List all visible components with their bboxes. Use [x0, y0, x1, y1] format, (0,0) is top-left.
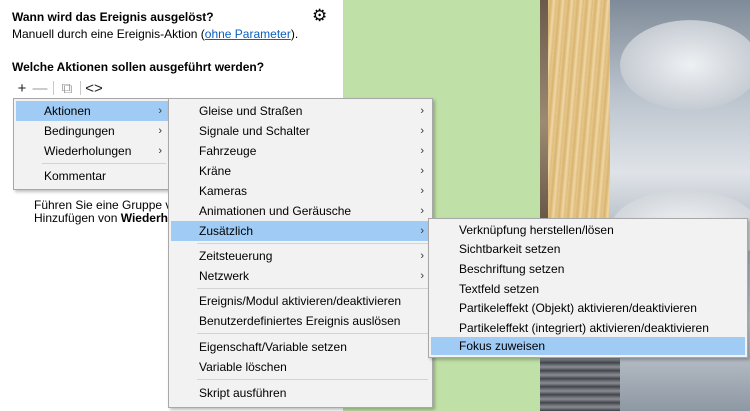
chevron-right-icon: › [420, 270, 424, 282]
menu-item-label: Fahrzeuge [199, 144, 257, 158]
menu-item-label: Sichtbarkeit setzen [459, 242, 561, 256]
context-menu-aktionen: Gleise und Straßen › Signale und Schalte… [168, 98, 433, 408]
add-button[interactable]: + [13, 79, 31, 97]
menu-separator [197, 288, 428, 289]
menu-item-beschriftung[interactable]: Beschriftung setzen [431, 259, 745, 279]
menu-item-label: Textfeld setzen [459, 282, 540, 296]
menu-item-label: Gleise und Straßen [199, 104, 303, 118]
copy-icon[interactable]: ⧉ [58, 79, 76, 97]
menu-item-aktionen[interactable]: Aktionen › [16, 101, 168, 121]
chevron-right-icon: › [158, 105, 162, 117]
menu-item-label: Ereignis/Modul aktivieren/deaktivieren [199, 294, 402, 308]
menu-item-label: Aktionen [44, 104, 91, 118]
menu-item-variable-loeschen[interactable]: Variable löschen [171, 357, 430, 377]
menu-item-label: Kameras [199, 184, 248, 198]
menu-item-label: Fokus zuweisen [459, 339, 546, 353]
menu-item-label: Eigenschaft/Variable setzen [199, 340, 347, 354]
menu-item-fokus[interactable]: Fokus zuweisen [431, 337, 745, 355]
menu-item-label: Wiederholungen [44, 144, 132, 158]
chevron-right-icon: › [420, 250, 424, 262]
chevron-right-icon: › [420, 165, 424, 177]
remove-button[interactable]: — [31, 79, 49, 97]
hint-text: Führen Sie eine Gruppe von Hinzufügen vo… [34, 199, 185, 225]
menu-item-label: Partikeleffekt (integriert) aktivieren/d… [459, 321, 709, 335]
menu-item-label: Kommentar [44, 169, 107, 183]
actions-question: Welche Aktionen sollen ausgeführt werden… [12, 60, 265, 74]
chevron-right-icon: › [420, 185, 424, 197]
menu-item-label: Netzwerk [199, 269, 250, 283]
chevron-right-icon: › [420, 205, 424, 217]
menu-item-bedingungen[interactable]: Bedingungen › [16, 121, 168, 141]
menu-separator [197, 379, 428, 380]
chevron-right-icon: › [420, 125, 424, 137]
chevron-right-icon: › [420, 145, 424, 157]
menu-item-partikel-objekt[interactable]: Partikeleffekt (Objekt) aktivieren/deakt… [431, 298, 745, 318]
chevron-right-icon: › [420, 225, 424, 237]
toolbar-divider [53, 81, 54, 95]
menu-item-textfeld[interactable]: Textfeld setzen [431, 279, 745, 299]
menu-item-label: Animationen und Geräusche [199, 204, 352, 218]
menu-item-label: Bedingungen [44, 124, 115, 138]
trigger-description: Manuell durch eine Ereignis-Aktion (ohne… [12, 27, 298, 41]
actions-toolbar: + — ⧉ <> [13, 79, 103, 97]
menu-item-netzwerk[interactable]: Netzwerk › [171, 266, 430, 286]
menu-item-label: Skript ausführen [199, 386, 287, 400]
menu-item-fahrzeuge[interactable]: Fahrzeuge › [171, 141, 430, 161]
menu-item-zusaetzlich[interactable]: Zusätzlich › [171, 221, 430, 241]
menu-item-label: Signale und Schalter [199, 124, 310, 138]
menu-item-label: Kräne [199, 164, 232, 178]
menu-item-kraene[interactable]: Kräne › [171, 161, 430, 181]
menu-item-label: Partikeleffekt (Objekt) aktivieren/deakt… [459, 301, 697, 315]
chevron-right-icon: › [158, 125, 162, 137]
menu-item-signale[interactable]: Signale und Schalter › [171, 121, 430, 141]
menu-item-kommentar[interactable]: Kommentar [16, 166, 168, 186]
toolbar-divider [80, 81, 81, 95]
menu-item-wiederholungen[interactable]: Wiederholungen › [16, 141, 168, 161]
trigger-text-before: Manuell durch eine Ereignis-Aktion ( [12, 27, 205, 41]
menu-item-benutzerdefiniert[interactable]: Benutzerdefiniertes Ereignis auslösen [171, 311, 430, 331]
gear-icon[interactable]: ⚙ [312, 7, 327, 25]
context-menu-zusaetzlich: Verknüpfung herstellen/lösen Sichtbarkei… [428, 218, 748, 358]
trigger-question: Wann wird das Ereignis ausgelöst? [12, 10, 214, 24]
menu-item-label: Variable löschen [199, 360, 287, 374]
menu-item-partikel-integriert[interactable]: Partikeleffekt (integriert) aktivieren/d… [431, 318, 745, 338]
menu-separator [197, 243, 428, 244]
menu-item-kameras[interactable]: Kameras › [171, 181, 430, 201]
menu-item-gleise[interactable]: Gleise und Straßen › [171, 101, 430, 121]
trigger-text-after: ). [290, 27, 299, 41]
menu-item-label: Verknüpfung herstellen/lösen [459, 223, 614, 237]
context-menu-main: Aktionen › Bedingungen › Wiederholungen … [13, 98, 171, 190]
menu-item-zeitsteuerung[interactable]: Zeitsteuerung › [171, 246, 430, 266]
menu-separator [197, 333, 428, 334]
menu-item-label: Beschriftung setzen [459, 262, 565, 276]
code-button[interactable]: <> [85, 79, 103, 97]
menu-separator [42, 163, 166, 164]
menu-item-label: Zusätzlich [199, 224, 254, 238]
chevron-right-icon: › [158, 145, 162, 157]
parameter-link[interactable]: ohne Parameter [205, 27, 291, 41]
menu-item-animationen[interactable]: Animationen und Geräusche › [171, 201, 430, 221]
menu-item-eigenschaft[interactable]: Eigenschaft/Variable setzen [171, 337, 430, 357]
hint-line-2: Hinzufügen von Wiederhol [34, 212, 185, 225]
menu-item-ereignis-modul[interactable]: Ereignis/Modul aktivieren/deaktivieren [171, 291, 430, 311]
menu-item-label: Zeitsteuerung [199, 249, 273, 263]
chevron-right-icon: › [420, 105, 424, 117]
menu-item-sichtbarkeit[interactable]: Sichtbarkeit setzen [431, 239, 745, 259]
menu-item-verknuepfung[interactable]: Verknüpfung herstellen/lösen [431, 220, 745, 240]
hint-line-2-text: Hinzufügen von [34, 211, 121, 225]
menu-item-label: Benutzerdefiniertes Ereignis auslösen [199, 314, 401, 328]
menu-item-skript[interactable]: Skript ausführen [171, 383, 430, 403]
